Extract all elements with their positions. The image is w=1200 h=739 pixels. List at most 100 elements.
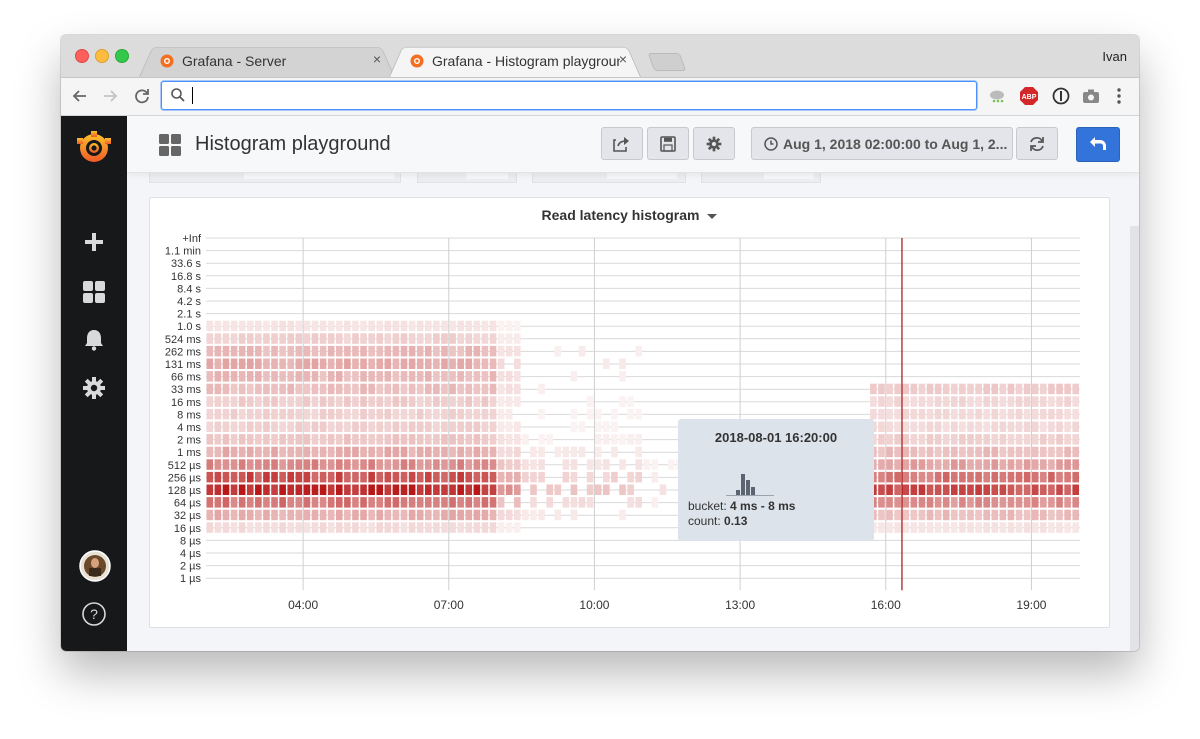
heatmap-cell: [910, 396, 918, 407]
heatmap-cell: [1007, 471, 1015, 483]
tab-close-icon[interactable]: ×: [619, 51, 627, 67]
grafana-logo-icon[interactable]: [75, 128, 113, 166]
adblock-icon[interactable]: ABP: [1019, 86, 1039, 106]
profile-name[interactable]: Ivan: [1102, 49, 1127, 64]
heatmap-cell: [222, 484, 230, 495]
bell-icon[interactable]: [82, 328, 106, 352]
heatmap-cell: [991, 434, 999, 445]
heatmap-cell: [530, 446, 537, 458]
settings-button[interactable]: [693, 127, 735, 160]
heatmap-cell: [999, 459, 1007, 470]
heatmap-cell: [255, 396, 262, 407]
tab-strip: Grafana - Server × Grafana - Histogram p…: [61, 35, 1139, 78]
refresh-button[interactable]: [1016, 127, 1058, 160]
tab-close-icon[interactable]: ×: [373, 51, 381, 67]
heatmap-cell: [230, 497, 238, 508]
tab-histogram-playground[interactable]: Grafana - Histogram playground ×: [389, 43, 641, 77]
heatmap-cell: [335, 522, 343, 533]
info-extension-icon[interactable]: [1051, 86, 1071, 106]
heatmap-cell: [1048, 459, 1055, 470]
heatmap-cell: [967, 408, 974, 420]
page-scrollbar[interactable]: [1130, 226, 1139, 651]
heatmap-cell: [514, 459, 521, 470]
heatmap-cell: [926, 408, 934, 420]
share-button[interactable]: [601, 127, 643, 160]
tab-grafana-server[interactable]: Grafana - Server ×: [139, 43, 395, 77]
help-icon[interactable]: ?: [81, 601, 107, 627]
heatmap-cell: [433, 345, 440, 357]
heatmap-cell: [214, 509, 222, 521]
heatmap-chart[interactable]: +Inf1.1 min33.6 s16.8 s8.4 s4.2 s2.1 s1.…: [150, 198, 1109, 627]
heatmap-cell: [983, 396, 990, 407]
heatmap-cell: [481, 459, 489, 470]
heatmap-cell: [991, 383, 999, 395]
heatmap-cell: [465, 421, 473, 432]
kebab-menu-icon[interactable]: [1109, 86, 1129, 106]
back-to-dashboard-button[interactable]: [1076, 127, 1120, 162]
cloud-extension-icon[interactable]: [987, 86, 1007, 106]
avatar[interactable]: [79, 550, 111, 582]
heatmap-cell: [360, 358, 367, 369]
heatmap-cell: [1031, 522, 1039, 533]
heatmap-cell: [271, 421, 278, 432]
heatmap-cell: [1064, 509, 1071, 521]
save-button[interactable]: [647, 127, 689, 160]
heatmap-cell: [878, 497, 885, 508]
heatmap-cell: [497, 484, 505, 495]
heatmap-cell: [392, 408, 400, 420]
heatmap-cell: [425, 383, 432, 395]
heatmap-cell: [303, 333, 311, 344]
heatmap-cell: [910, 484, 918, 495]
dashboard-title[interactable]: Histogram playground: [195, 133, 391, 156]
minimize-window-button[interactable]: [95, 49, 109, 63]
heatmap-cell: [1015, 471, 1023, 483]
gear-icon[interactable]: [82, 376, 106, 400]
heatmap-cell: [1064, 484, 1071, 495]
heatmap-cell: [967, 396, 974, 407]
forward-arrow-icon[interactable]: [99, 85, 121, 107]
zoom-window-button[interactable]: [115, 49, 129, 63]
heatmap-cell: [505, 471, 513, 483]
heatmap-cell: [360, 509, 367, 521]
dashboard-grid-icon[interactable]: [158, 133, 182, 157]
heatmap-cell: [416, 471, 424, 483]
heatmap-cell: [1040, 471, 1047, 483]
heatmap-cell: [619, 459, 626, 470]
heatmap-cell: [327, 345, 335, 357]
heatmap-cell: [433, 421, 440, 432]
heatmap-cell: [1015, 509, 1023, 521]
tooltip-bucket: bucket: 4 ms - 8 ms: [688, 499, 795, 513]
panel-title[interactable]: Read latency histogram: [150, 207, 1109, 223]
heatmap-cell: [368, 522, 375, 533]
back-arrow-icon[interactable]: [69, 85, 91, 107]
close-window-button[interactable]: [75, 49, 89, 63]
heatmap-cell: [433, 509, 440, 521]
heatmap-cell: [408, 471, 416, 483]
camera-icon[interactable]: [1081, 86, 1101, 106]
heatmap-cell: [416, 383, 424, 395]
heatmap-cell: [327, 320, 335, 332]
reload-icon[interactable]: [131, 85, 153, 107]
time-range-picker[interactable]: Aug 1, 2018 02:00:00 to Aug 1, 2...: [751, 127, 1013, 160]
y-tick-label: 16.8 s: [171, 271, 201, 283]
y-tick-label: 16 µs: [174, 523, 202, 535]
heatmap-cell: [376, 345, 384, 357]
heatmap-cell: [991, 446, 999, 458]
address-bar[interactable]: [161, 81, 977, 110]
heatmap-cell: [473, 383, 481, 395]
heatmap-cell: [878, 459, 885, 470]
heatmap-cell: [449, 320, 456, 332]
x-tick-label: 04:00: [288, 598, 318, 612]
heatmap-cell: [1072, 383, 1079, 395]
heatmap-cell: [263, 396, 270, 407]
heatmap-cell: [279, 434, 286, 445]
heatmap-cell: [335, 509, 343, 521]
new-tab-button[interactable]: [647, 53, 687, 71]
heatmap-cell: [603, 421, 610, 432]
plus-icon[interactable]: [82, 230, 106, 254]
heatmap-cell: [400, 522, 408, 533]
dashboards-icon[interactable]: [82, 280, 106, 304]
heatmap-cell: [246, 345, 254, 357]
heatmap-cell: [489, 345, 497, 357]
heatmap-cell: [311, 459, 319, 470]
